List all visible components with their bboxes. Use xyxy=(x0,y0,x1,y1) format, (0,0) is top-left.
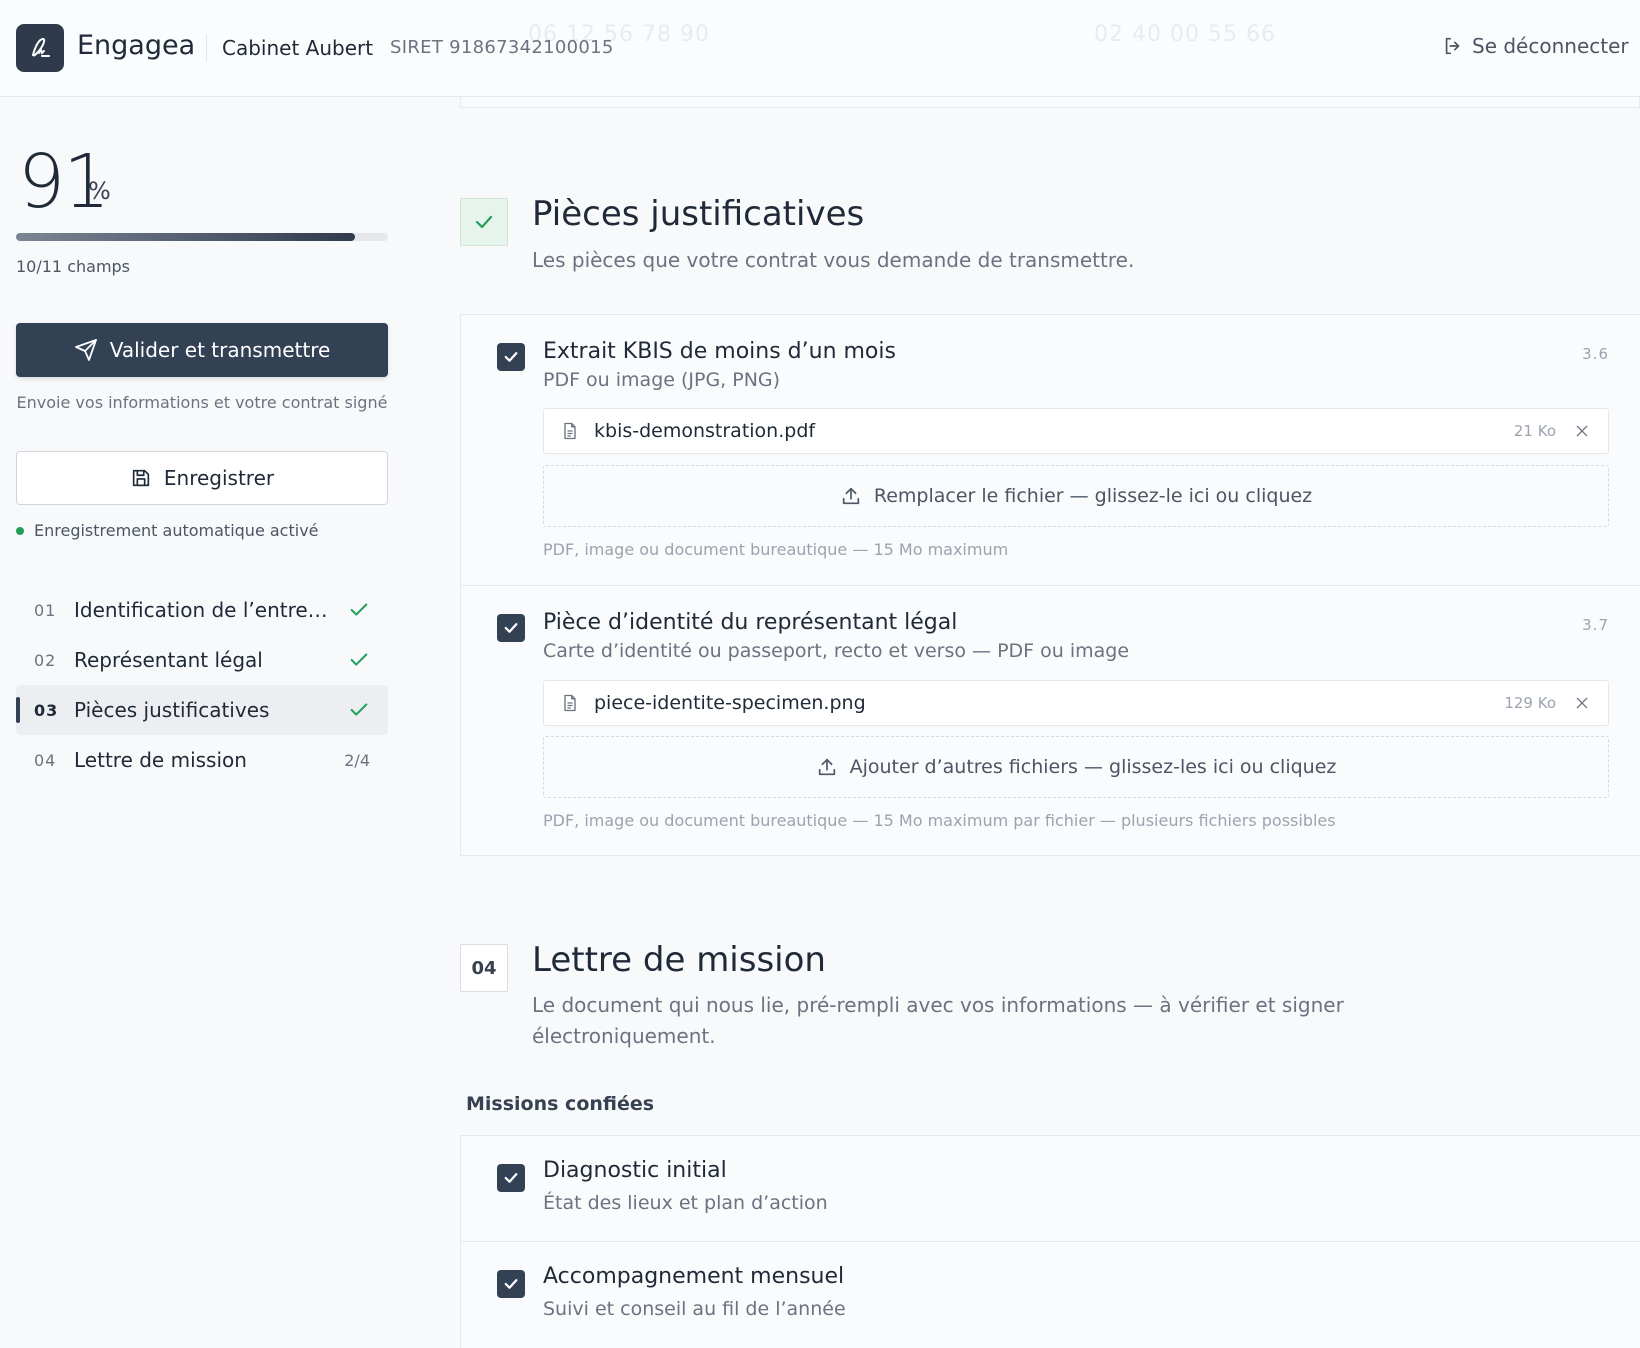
file-name[interactable]: kbis-demonstration.pdf xyxy=(594,420,1514,442)
brand-name: Engagea xyxy=(77,30,196,61)
section-title-pieces: Pièces justificatives xyxy=(532,194,865,234)
progress-fill xyxy=(16,233,355,241)
status-dot xyxy=(16,526,24,535)
fields-count: 10/11 champs xyxy=(16,257,131,276)
submit-button[interactable]: Valider et transmettre xyxy=(16,323,388,377)
file-dropzone[interactable]: Ajouter d’autres fichiers — glissez-les … xyxy=(543,736,1609,798)
mission-title: Accompagnement mensuel xyxy=(543,1264,845,1289)
document-identite: Pièce d’identité du représentant légal C… xyxy=(461,585,1640,857)
header-divider xyxy=(206,34,207,62)
close-icon[interactable] xyxy=(1574,695,1590,711)
uploaded-file: kbis-demonstration.pdf 21 Ko xyxy=(543,408,1609,454)
nav-label: Identification de l’entrep... xyxy=(74,598,334,622)
save-label: Enregistrer xyxy=(163,466,275,490)
check-icon xyxy=(475,215,493,229)
section-subtitle-pieces: Les pièces que votre contrat vous demand… xyxy=(532,248,1135,272)
uploaded-file: piece-identite-specimen.png 129 Ko xyxy=(543,680,1609,726)
nav-label: Représentant légal xyxy=(74,648,263,672)
document-subtitle: Carte d’identité ou passeport, recto et … xyxy=(543,640,1130,662)
dropzone-label: Remplacer le fichier — glissez-le ici ou… xyxy=(873,485,1313,507)
check-icon xyxy=(504,623,518,633)
checkbox-kbis[interactable] xyxy=(497,343,525,371)
upload-icon xyxy=(842,487,860,505)
nav-number: 04 xyxy=(34,750,57,770)
autosave-status: Enregistrement automatique activé xyxy=(16,521,319,540)
document-ref: 3.6 xyxy=(1582,345,1609,363)
checkbox-identite[interactable] xyxy=(497,614,525,642)
mission-accompagnement[interactable]: Accompagnement mensuel Suivi et conseil … xyxy=(461,1241,1640,1348)
close-icon[interactable] xyxy=(1574,423,1590,439)
nav-number: 01 xyxy=(34,600,57,620)
nav-item-identification[interactable]: 01 Identification de l’entrep... xyxy=(16,585,388,635)
section-subtitle-lettre-line1: Le document qui nous lie, pré-rempli ave… xyxy=(532,993,1344,1017)
nav-item-pieces[interactable]: 03 Pièces justificatives xyxy=(16,685,388,735)
mission-subtitle: État des lieux et plan d’action xyxy=(543,1192,828,1214)
save-icon xyxy=(132,469,150,487)
nav-label: Lettre de mission xyxy=(74,748,247,772)
section-title-lettre: Lettre de mission xyxy=(532,940,826,980)
siret-number: SIRET 91867342100015 xyxy=(390,37,614,58)
nav-progress: 2/4 xyxy=(344,751,370,770)
document-title: Extrait KBIS de moins d’un mois xyxy=(543,339,896,364)
logout-button[interactable]: Se déconnecter xyxy=(1442,34,1629,58)
file-size: 129 Ko xyxy=(1504,694,1556,712)
signature-icon[interactable] xyxy=(16,24,64,72)
check-icon xyxy=(504,352,518,362)
top-bar: 06 12 56 78 90 02 40 00 55 66 Engagea Ca… xyxy=(0,0,1640,97)
nav-label: Pièces justificatives xyxy=(74,698,270,722)
autosave-label: Enregistrement automatique activé xyxy=(34,521,319,540)
file-size: 21 Ko xyxy=(1513,422,1556,440)
check-icon xyxy=(348,649,370,675)
check-icon xyxy=(504,1279,518,1289)
section-subtitle-lettre-line2: électroniquement. xyxy=(532,1024,716,1048)
dropzone-label: Ajouter d’autres fichiers — glissez-les … xyxy=(849,756,1337,778)
nav-number: 03 xyxy=(34,700,59,720)
section-done-badge xyxy=(460,198,508,246)
upload-hint: PDF, image ou document bureautique — 15 … xyxy=(543,811,1336,830)
logout-icon xyxy=(1445,37,1460,55)
send-icon xyxy=(74,339,97,361)
missions-card: Diagnostic initial État des lieux et pla… xyxy=(460,1135,1640,1348)
section-nav: 01 Identification de l’entrep... 02 Repr… xyxy=(16,585,388,785)
file-icon xyxy=(564,422,576,440)
document-kbis: Extrait KBIS de moins d’un mois PDF ou i… xyxy=(461,315,1640,585)
nav-number: 02 xyxy=(34,650,57,670)
percent-sign: % xyxy=(88,177,111,205)
logout-label: Se déconnecter xyxy=(1472,34,1629,58)
document-ref: 3.7 xyxy=(1582,616,1609,634)
nav-item-representant[interactable]: 02 Représentant légal xyxy=(16,635,388,685)
file-name[interactable]: piece-identite-specimen.png xyxy=(594,692,1504,714)
checkbox-accompagnement[interactable] xyxy=(497,1270,525,1298)
section-number-badge: 04 xyxy=(460,944,508,992)
save-button[interactable]: Enregistrer xyxy=(16,451,388,505)
file-icon xyxy=(564,694,576,712)
upload-icon xyxy=(818,758,835,776)
submit-label: Valider et transmettre xyxy=(109,338,331,362)
mission-diagnostic[interactable]: Diagnostic initial État des lieux et pla… xyxy=(461,1136,1640,1241)
checkbox-diagnostic[interactable] xyxy=(497,1164,525,1192)
progress-bar xyxy=(16,233,388,241)
documents-card: Extrait KBIS de moins d’un mois PDF ou i… xyxy=(460,314,1640,856)
missions-label: Missions confiées xyxy=(466,1093,655,1115)
nav-item-lettre[interactable]: 04 Lettre de mission 2/4 xyxy=(16,735,388,785)
check-icon xyxy=(348,699,370,725)
check-icon xyxy=(348,599,370,625)
file-dropzone[interactable]: Remplacer le fichier — glissez-le ici ou… xyxy=(543,465,1609,527)
document-title: Pièce d’identité du représentant légal xyxy=(543,610,958,635)
mission-subtitle: Suivi et conseil au fil de l’année xyxy=(543,1298,846,1320)
mission-title: Diagnostic initial xyxy=(543,1158,727,1183)
upload-hint: PDF, image ou document bureautique — 15 … xyxy=(543,540,1009,559)
document-subtitle: PDF ou image (JPG, PNG) xyxy=(543,369,781,391)
ghost-phone-2: 02 40 00 55 66 xyxy=(1094,22,1276,47)
cabinet-name: Cabinet Aubert xyxy=(222,36,374,60)
submit-note: Envoie vos informations et votre contrat… xyxy=(16,393,388,412)
check-icon xyxy=(504,1173,518,1183)
